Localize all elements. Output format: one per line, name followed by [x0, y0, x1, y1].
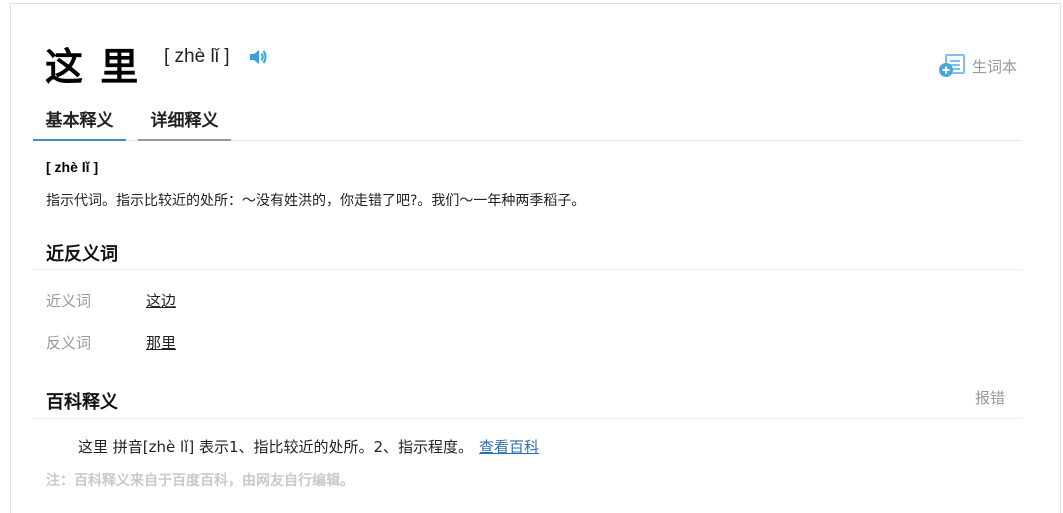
- divider: [33, 418, 1021, 419]
- antonym-label: 反义词: [46, 334, 92, 352]
- baike-section-title: 百科释义: [46, 392, 118, 413]
- vocab-label: 生词本: [972, 57, 1018, 76]
- add-vocab-button[interactable]: 生词本: [938, 53, 1017, 79]
- baike-summary: 这里 拼音[zhè lǐ] 表示1、指比较近的处所。2、指示程度。 查看百科: [78, 436, 539, 457]
- synonym-link[interactable]: 这边: [146, 290, 176, 311]
- view-baike-link[interactable]: 查看百科: [479, 438, 539, 456]
- synonyms-section-title: 近反义词: [46, 244, 118, 265]
- definition-tabs: 基本释义 详细释义: [33, 106, 1021, 141]
- tab-detailed-definition[interactable]: 详细释义: [138, 106, 231, 141]
- antonym-link[interactable]: 那里: [146, 332, 176, 353]
- tab-basic-definition[interactable]: 基本释义: [33, 106, 126, 141]
- definition-pinyin: [ zhè lǐ ]: [46, 159, 99, 175]
- speaker-icon[interactable]: [248, 47, 268, 67]
- baike-text: 这里 拼音[zhè lǐ] 表示1、指比较近的处所。2、指示程度。: [78, 438, 474, 456]
- divider: [33, 269, 1021, 270]
- add-vocab-icon: [939, 54, 965, 77]
- report-error-button[interactable]: 报错: [975, 387, 1005, 408]
- synonym-label: 近义词: [46, 292, 92, 310]
- definition-text: 指示代词。指示比较近的处所：～没有姓洪的，你走错了吧?。我们～一年种两季稻子。: [46, 193, 586, 209]
- word-title: 这 里: [45, 45, 141, 89]
- word-pinyin: [ zhè lǐ ]: [164, 46, 230, 67]
- baike-note: 注：百科释义来自于百度百科，由网友自行编辑。: [46, 473, 354, 489]
